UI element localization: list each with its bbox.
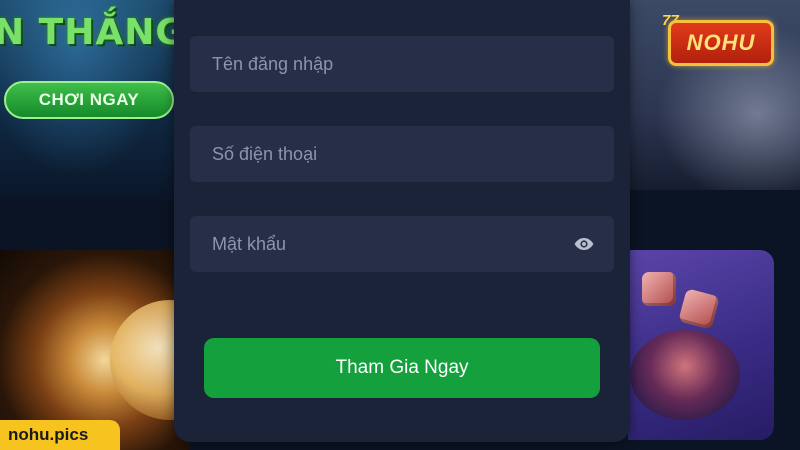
eye-icon[interactable] <box>573 233 594 255</box>
join-now-button[interactable]: Tham Gia Ngay <box>204 338 600 398</box>
site-watermark: nohu.pics <box>0 420 120 450</box>
phone-field-container <box>190 126 614 182</box>
brand-logo[interactable]: NOHU <box>668 20 774 66</box>
username-field-container <box>190 36 614 92</box>
promo-banner-top-left: N THẮNG CHƠI NGAY <box>0 0 190 200</box>
phone-input[interactable] <box>210 142 594 166</box>
play-now-button[interactable]: CHƠI NGAY <box>4 81 174 119</box>
registration-panel: Tham Gia Ngay <box>174 0 630 442</box>
dice-icon <box>642 272 676 306</box>
casino-chips-image <box>630 330 740 420</box>
username-input[interactable] <box>210 52 594 76</box>
password-input[interactable] <box>210 232 574 256</box>
promo-headline: N THẮNG <box>0 12 186 53</box>
password-field-container <box>190 216 614 272</box>
dice-icon <box>678 288 720 330</box>
